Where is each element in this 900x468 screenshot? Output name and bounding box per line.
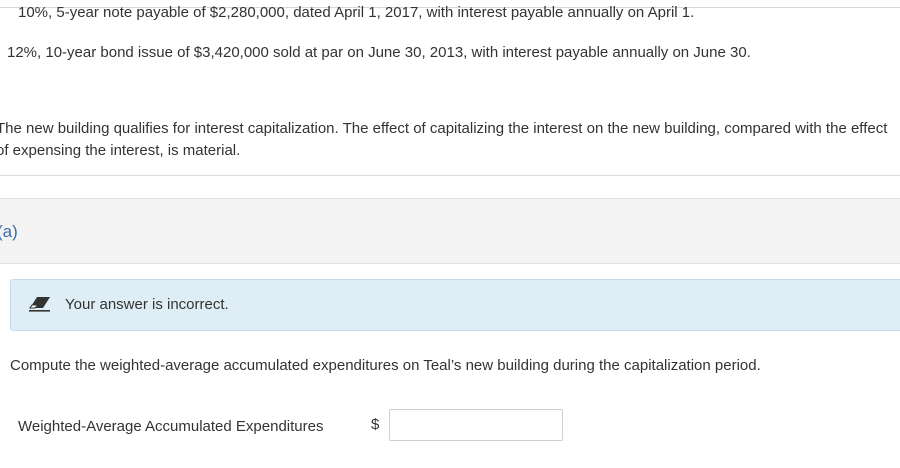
section-divider — [0, 175, 900, 176]
capitalization-paragraph: The new building qualifies for interest … — [0, 120, 888, 159]
part-label: (a) — [0, 222, 18, 241]
feedback-text: Your answer is incorrect. — [65, 296, 229, 313]
assignment-page: 10%, 5-year note payable of $2,280,000, … — [0, 0, 900, 468]
term-note-payable: 10%, 5-year note payable of $2,280,000, … — [18, 4, 695, 21]
part-header: (a) — [0, 198, 900, 264]
currency-symbol: $ — [371, 416, 380, 433]
weighted-average-expenditures-input[interactable] — [389, 409, 563, 441]
feedback-alert: Your answer is incorrect. — [10, 279, 900, 331]
eraser-icon — [29, 296, 51, 312]
answer-field-label: Weighted-Average Accumulated Expenditure… — [18, 418, 324, 435]
question-text: Compute the weighted-average accumulated… — [10, 357, 761, 374]
term-bond-issue: 12%, 10-year bond issue of $3,420,000 so… — [7, 44, 751, 61]
